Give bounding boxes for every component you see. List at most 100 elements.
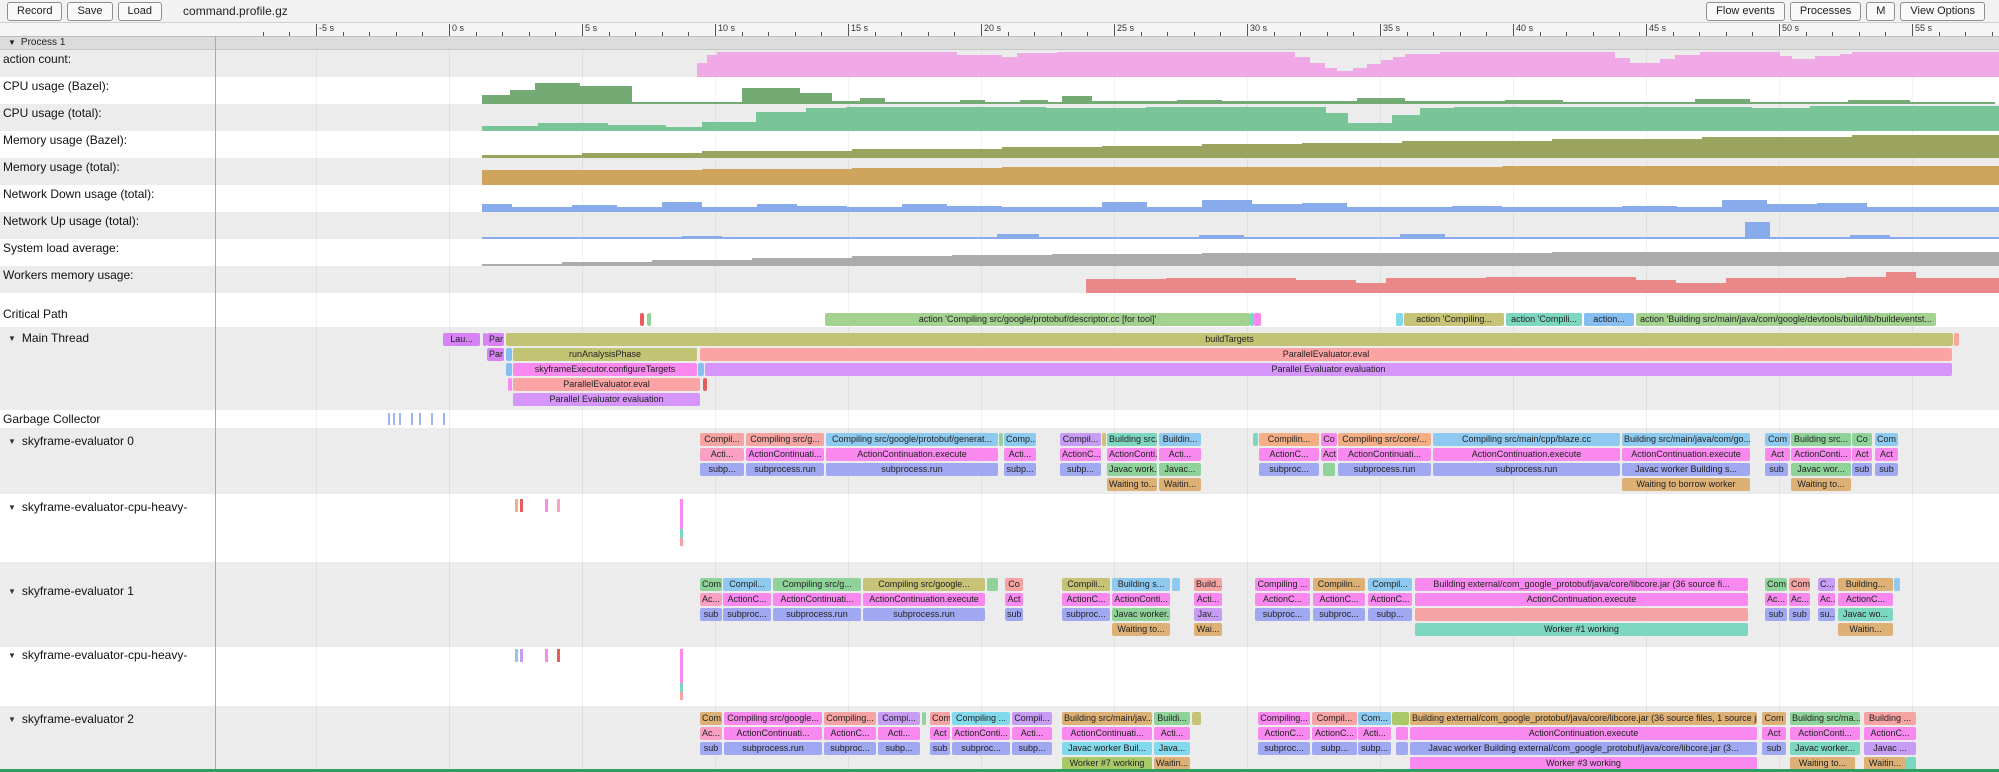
trace-block[interactable]: ActionC... (1368, 593, 1412, 606)
trace-block[interactable]: Com (1765, 433, 1790, 446)
trace-block[interactable]: sub (1765, 608, 1787, 621)
tick-mark[interactable] (680, 538, 683, 546)
trace-block[interactable]: Compil... (1312, 712, 1357, 725)
trace-block[interactable]: Worker #1 working (1415, 623, 1748, 636)
trace-block[interactable]: subproc... (1259, 463, 1319, 476)
trace-block[interactable]: subp... (700, 463, 744, 476)
trace-block[interactable]: Lau... (443, 333, 480, 346)
trace-block[interactable]: Compiling src/google... (724, 712, 822, 725)
trace-block[interactable] (1253, 433, 1258, 446)
trace-block[interactable]: ActionC... (1062, 593, 1110, 606)
trace-block[interactable]: Build... (1194, 578, 1222, 591)
tick-mark[interactable] (680, 683, 683, 692)
trace-block[interactable]: ActionConti... (952, 727, 1010, 740)
trace-block[interactable]: Acti... (1012, 727, 1052, 740)
trace-block[interactable]: ActionConti... (1790, 727, 1860, 740)
trace-block[interactable]: Javac ... (1864, 742, 1916, 755)
trace-block[interactable]: Act (1321, 448, 1337, 461)
trace-block[interactable]: Ac... (1765, 593, 1787, 606)
trace-block[interactable]: Co (1321, 433, 1337, 446)
trace-block[interactable]: subprocess.run (863, 608, 985, 621)
trace-block[interactable]: Compiling src/google... (863, 578, 985, 591)
trace-block[interactable]: Compiling... (1258, 712, 1310, 725)
trace-block[interactable]: Ac... (700, 727, 722, 740)
trace-block[interactable]: Act (1005, 593, 1023, 606)
trace-block[interactable]: Building ... (1864, 712, 1916, 725)
trace-block[interactable] (1102, 433, 1106, 446)
trace-block[interactable]: ActionContinuati... (773, 593, 861, 606)
trace-block[interactable] (922, 712, 926, 725)
trace-block[interactable]: Compiling src/g... (746, 433, 824, 446)
trace-block[interactable] (640, 313, 644, 326)
track-label-skyframe-evaluator-cpu-heavy-2[interactable]: ▼skyframe-evaluator-cpu-heavy- (8, 648, 187, 662)
trace-block[interactable]: ActionC... (1312, 727, 1357, 740)
trace-block[interactable] (1192, 712, 1201, 725)
trace-block[interactable]: Com (1875, 433, 1898, 446)
trace-block[interactable]: action... (1584, 313, 1634, 326)
trace-block[interactable]: sub (1765, 463, 1788, 476)
trace-block[interactable]: Acti... (1159, 448, 1201, 461)
trace-block[interactable] (506, 348, 512, 361)
trace-block[interactable]: sub (700, 608, 722, 621)
trace-block[interactable]: Building... (1838, 578, 1893, 591)
trace-block[interactable]: Compi... (878, 712, 920, 725)
trace-block[interactable]: Compiling... (824, 712, 876, 725)
trace-block[interactable]: action 'Compili... (1506, 313, 1582, 326)
tick-mark[interactable] (520, 499, 523, 512)
trace-block[interactable]: Javac wor... (1791, 463, 1851, 476)
trace-block[interactable]: Building src/ma... (1790, 712, 1860, 725)
trace-block[interactable]: Act (1765, 448, 1790, 461)
trace-block[interactable]: subp... (1012, 742, 1052, 755)
trace-block[interactable]: ActionC... (1313, 593, 1365, 606)
trace-block[interactable]: ActionContinuation.execute (826, 448, 998, 461)
trace-block[interactable]: subproc... (952, 742, 1010, 755)
trace-block[interactable]: subprocess.run (826, 463, 998, 476)
trace-block[interactable]: Waitin... (1159, 478, 1201, 491)
trace-block[interactable]: Compiling src/g... (773, 578, 861, 591)
trace-block[interactable]: Javac worker... (1790, 742, 1860, 755)
trace-block[interactable]: Acti... (1004, 448, 1036, 461)
trace-block[interactable]: subprocess.run (773, 608, 861, 621)
trace-block[interactable]: sub (1875, 463, 1898, 476)
trace-block[interactable]: ActionContinuation.execute (1622, 448, 1750, 461)
trace-block[interactable]: ParallelEvaluator.eval (700, 348, 1952, 361)
trace-block[interactable]: Co (1005, 578, 1023, 591)
trace-block[interactable]: subprocess.run (1338, 463, 1431, 476)
trace-block[interactable]: ActionC... (1259, 448, 1319, 461)
trace-block[interactable]: Javac wo... (1838, 608, 1893, 621)
tick-mark[interactable] (520, 649, 523, 662)
trace-block[interactable]: Building s... (1112, 578, 1170, 591)
trace-block[interactable]: ActionC... (723, 593, 771, 606)
trace-block[interactable]: Co (1852, 433, 1872, 446)
trace-block[interactable]: subprocess.run (1433, 463, 1620, 476)
trace-block[interactable]: ActionConti... (1107, 448, 1157, 461)
trace-block[interactable]: Com (1765, 578, 1787, 591)
trace-block[interactable]: Act (1852, 448, 1872, 461)
trace-block[interactable] (506, 363, 512, 376)
trace-block[interactable]: Compiling ... (1255, 578, 1310, 591)
trace-block[interactable]: subprocess.run (724, 742, 822, 755)
tick-mark[interactable] (680, 499, 683, 529)
trace-block[interactable]: ActionConti... (1791, 448, 1851, 461)
trace-block[interactable]: subp... (878, 742, 920, 755)
trace-block[interactable]: Building external/com_google_protobuf/ja… (1410, 712, 1757, 725)
trace-block[interactable]: Compil... (1060, 433, 1101, 446)
trace-block[interactable]: Acti... (1194, 593, 1222, 606)
trace-block[interactable]: Building src... (1791, 433, 1851, 446)
trace-block[interactable]: sub (1762, 742, 1786, 755)
trace-block[interactable]: Act (930, 727, 950, 740)
trace-block[interactable]: Compiling src/core/... (1338, 433, 1431, 446)
trace-block[interactable]: ActionContinuation.execute (1415, 593, 1748, 606)
trace-block[interactable]: Com (930, 712, 950, 725)
trace-block[interactable] (698, 363, 704, 376)
trace-block[interactable]: Com (1762, 712, 1786, 725)
trace-block[interactable]: Java... (1154, 742, 1190, 755)
trace-block[interactable]: ParallelEvaluator.eval (513, 378, 700, 391)
tick-mark[interactable] (411, 413, 413, 425)
trace-block[interactable] (1415, 608, 1748, 621)
trace-block[interactable]: Building src... (1107, 433, 1157, 446)
trace-block[interactable]: Waiting to... (1791, 478, 1851, 491)
trace-block[interactable]: buildTargets (506, 333, 1953, 346)
track-label-skyframe-evaluator-cpu-heavy-1[interactable]: ▼skyframe-evaluator-cpu-heavy- (8, 500, 187, 514)
tick-mark[interactable] (431, 413, 433, 425)
